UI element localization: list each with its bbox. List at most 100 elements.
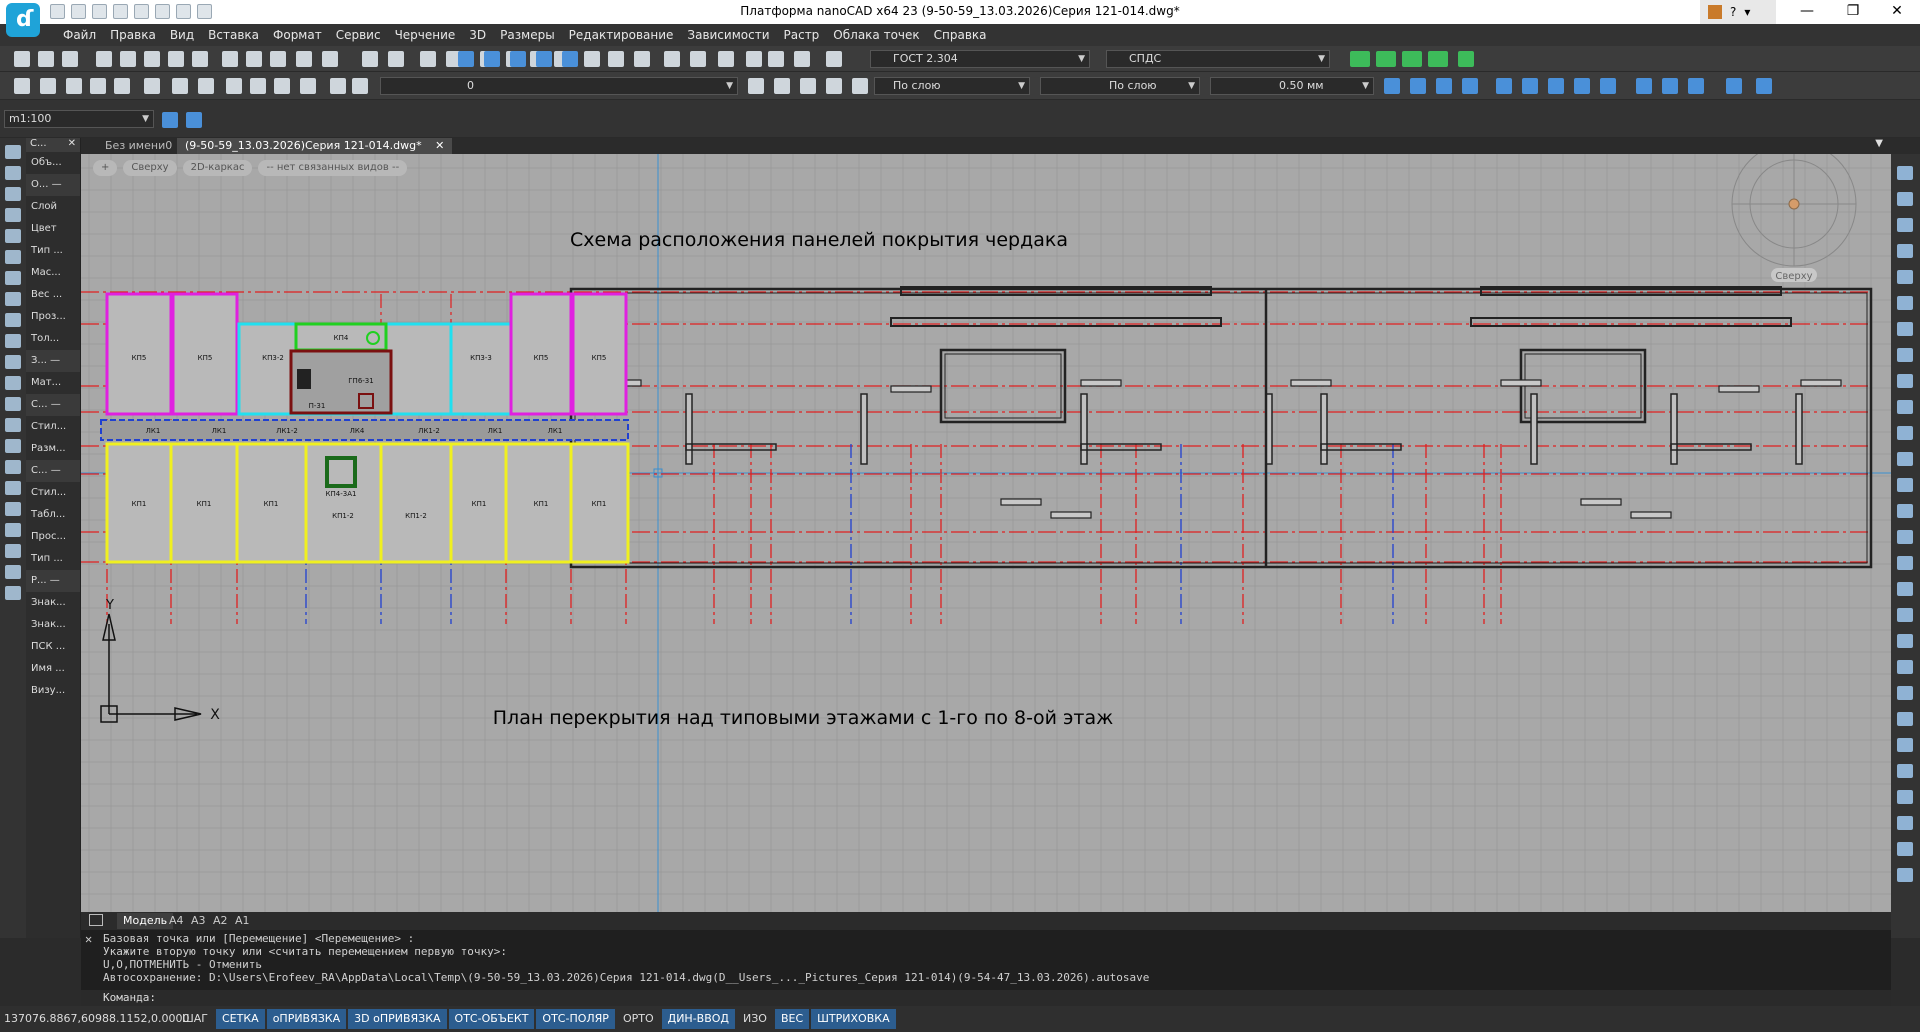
edit-tool-icon[interactable] xyxy=(1897,400,1913,414)
edit-tool-icon[interactable] xyxy=(1897,582,1913,596)
edit-tool-icon[interactable] xyxy=(1897,452,1913,466)
toolbar-button-icon[interactable] xyxy=(120,51,136,67)
toolbar-button-icon[interactable] xyxy=(748,78,764,94)
edit-tool-icon[interactable] xyxy=(1897,166,1913,180)
toolbar-button-icon[interactable] xyxy=(768,51,784,67)
edit-tool-icon[interactable] xyxy=(1897,192,1913,206)
property-row[interactable]: С... — xyxy=(26,460,80,482)
draw-tool-icon[interactable] xyxy=(5,523,21,537)
color-select[interactable]: По слою ▼ xyxy=(874,77,1030,95)
toolbar-button-icon[interactable] xyxy=(38,51,54,67)
edit-tool-icon[interactable] xyxy=(1897,374,1913,388)
toolbar-button-icon[interactable] xyxy=(296,51,312,67)
property-row[interactable]: Объ... xyxy=(26,152,80,174)
toolbar-button-icon[interactable] xyxy=(300,78,316,94)
toolbar-button-icon[interactable] xyxy=(246,51,262,67)
toolbar-button-icon[interactable] xyxy=(1496,78,1512,94)
draw-tool-icon[interactable] xyxy=(5,292,21,306)
toolbar-button-icon[interactable] xyxy=(172,78,188,94)
toolbar-button-icon[interactable] xyxy=(536,51,552,67)
edit-tool-icon[interactable] xyxy=(1897,738,1913,752)
menu-item[interactable]: Вставка xyxy=(201,28,266,42)
toolbar-button-icon[interactable] xyxy=(826,78,842,94)
menu-item[interactable]: Редактирование xyxy=(562,28,681,42)
minimize-button[interactable]: — xyxy=(1784,0,1830,24)
menu-item[interactable]: Справка xyxy=(927,28,994,42)
draw-tool-icon[interactable] xyxy=(5,565,21,579)
toolbar-button-icon[interactable] xyxy=(420,51,436,67)
layout-menu-icon[interactable] xyxy=(89,914,103,926)
toolbar-button-icon[interactable] xyxy=(352,78,368,94)
toolbar-button-icon[interactable] xyxy=(1688,78,1704,94)
draw-tool-icon[interactable] xyxy=(5,418,21,432)
scale-list-icon[interactable] xyxy=(186,112,202,128)
toolbar-button-icon[interactable] xyxy=(852,78,868,94)
toolbar-button-icon[interactable] xyxy=(608,51,624,67)
toolbar-button-icon[interactable] xyxy=(1522,78,1538,94)
property-row[interactable]: Визу... xyxy=(26,680,80,702)
toolbar-button-icon[interactable] xyxy=(1436,78,1452,94)
toolbar-button-icon[interactable] xyxy=(1354,51,1370,67)
toolbar-button-icon[interactable] xyxy=(1380,51,1396,67)
property-row[interactable]: Разм... xyxy=(26,438,80,460)
edit-tool-icon[interactable] xyxy=(1897,634,1913,648)
draw-tool-icon[interactable] xyxy=(5,208,21,222)
property-row[interactable]: ПСК ... xyxy=(26,636,80,658)
toolbar-button-icon[interactable] xyxy=(634,51,650,67)
toolbar-button-icon[interactable] xyxy=(800,78,816,94)
draw-tool-icon[interactable] xyxy=(5,355,21,369)
scale-lock-icon[interactable] xyxy=(162,112,178,128)
toolbar-button-icon[interactable] xyxy=(826,51,842,67)
view-plus-button[interactable]: + xyxy=(93,160,118,176)
property-row[interactable]: О... — xyxy=(26,174,80,196)
edit-tool-icon[interactable] xyxy=(1897,660,1913,674)
toolbar-button-icon[interactable] xyxy=(1756,78,1772,94)
toolbar-button-icon[interactable] xyxy=(330,78,346,94)
toolbar-button-icon[interactable] xyxy=(1432,51,1448,67)
edit-tool-icon[interactable] xyxy=(1897,868,1913,882)
close-icon[interactable]: ✕ xyxy=(68,138,76,152)
draw-tool-icon[interactable] xyxy=(5,145,21,159)
toolbar-button-icon[interactable] xyxy=(226,78,242,94)
toolbar-button-icon[interactable] xyxy=(746,51,762,67)
edit-tool-icon[interactable] xyxy=(1897,790,1913,804)
edit-tool-icon[interactable] xyxy=(1897,686,1913,700)
menu-item[interactable]: Формат xyxy=(266,28,329,42)
property-row[interactable]: Мат... xyxy=(26,372,80,394)
toolbar-button-icon[interactable] xyxy=(1462,78,1478,94)
edit-tool-icon[interactable] xyxy=(1897,296,1913,310)
annotation-scale-select[interactable]: m1:100 ▼ xyxy=(4,110,154,128)
edit-tool-icon[interactable] xyxy=(1897,764,1913,778)
toolbar-button-icon[interactable] xyxy=(114,78,130,94)
toolbar-button-icon[interactable] xyxy=(362,51,378,67)
toolbar-button-icon[interactable] xyxy=(458,51,474,67)
edit-tool-icon[interactable] xyxy=(1897,608,1913,622)
status-toggle[interactable]: оПРИВЯЗКА xyxy=(266,1009,347,1029)
toolbar-button-icon[interactable] xyxy=(144,51,160,67)
draw-tool-icon[interactable] xyxy=(5,376,21,390)
toolbar-button-icon[interactable] xyxy=(14,78,30,94)
status-toggle[interactable]: ВЕС xyxy=(774,1009,810,1029)
toolbar-button-icon[interactable] xyxy=(222,51,238,67)
menu-item[interactable]: 3D xyxy=(462,28,493,42)
edit-tool-icon[interactable] xyxy=(1897,530,1913,544)
property-row[interactable]: Знак... xyxy=(26,614,80,636)
lineweight-select[interactable]: 0.50 мм ▼ xyxy=(1210,77,1374,95)
toolbar-button-icon[interactable] xyxy=(774,78,790,94)
edit-tool-icon[interactable] xyxy=(1897,478,1913,492)
toolbar-button-icon[interactable] xyxy=(90,78,106,94)
edit-tool-icon[interactable] xyxy=(1897,270,1913,284)
status-toggle[interactable]: ОРТО xyxy=(617,1009,660,1029)
toolbar-button-icon[interactable] xyxy=(96,51,112,67)
menu-item[interactable]: Зависимости xyxy=(680,28,776,42)
edit-tool-icon[interactable] xyxy=(1897,556,1913,570)
status-toggle[interactable]: ОТС-ОБЪЕКТ xyxy=(448,1009,535,1029)
visual-style-button[interactable]: 2D-каркас xyxy=(182,160,253,176)
edit-tool-icon[interactable] xyxy=(1897,218,1913,232)
property-row[interactable]: З... — xyxy=(26,350,80,372)
property-row[interactable]: Стил... xyxy=(26,416,80,438)
dim-style-select[interactable]: СПДС ▼ xyxy=(1106,50,1330,68)
property-row[interactable]: Слой xyxy=(26,196,80,218)
linetype-select[interactable]: По слою ▼ xyxy=(1040,77,1200,95)
property-row[interactable]: Имя ... xyxy=(26,658,80,680)
